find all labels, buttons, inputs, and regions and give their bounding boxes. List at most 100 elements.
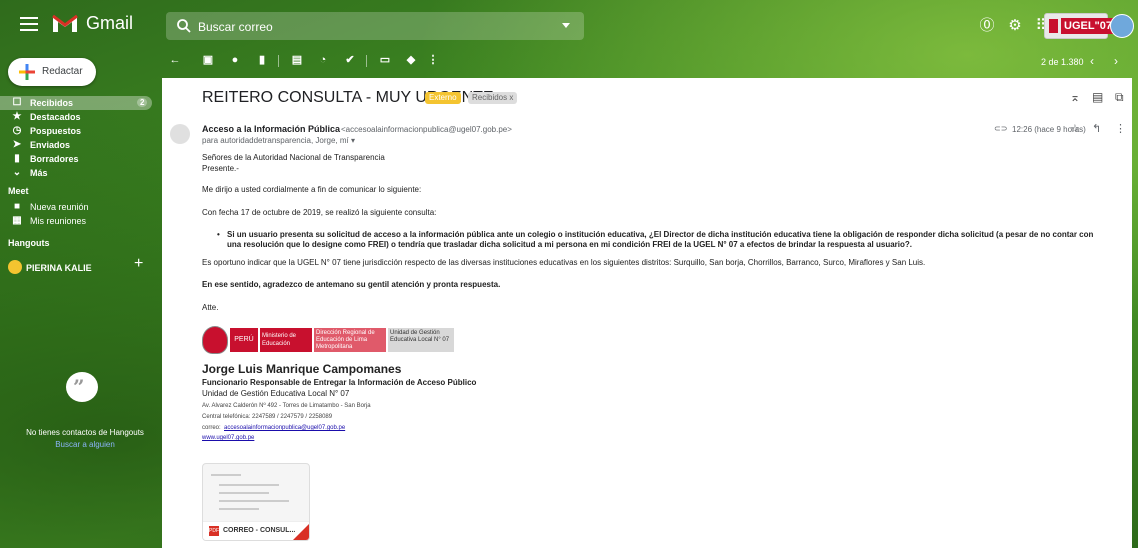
mark-unread-icon[interactable]: ▤ <box>290 53 304 67</box>
sidebar-item-label: Enviados <box>30 140 71 150</box>
report-spam-icon[interactable]: ● <box>228 53 242 67</box>
sidebar-item-starred[interactable]: ★ Destacados <box>0 110 152 124</box>
reply-icon[interactable]: ↰ <box>1092 122 1101 135</box>
chevron-down-icon: ⌄ <box>12 167 22 178</box>
attachment-card[interactable]: PDF CORREO - CONSUL... <box>202 463 310 541</box>
delete-icon[interactable]: ▮ <box>255 53 269 67</box>
plus-icon <box>19 64 35 80</box>
thumbnail-line <box>219 484 279 486</box>
hangouts-section-title: Hangouts <box>8 238 50 248</box>
sidebar-item-label: Pospuestos <box>30 126 82 136</box>
sidebar-item-new-meeting[interactable]: ■ Nueva reunión <box>0 200 152 214</box>
compose-button[interactable]: Redactar <box>8 58 96 86</box>
logo-ugel: Unidad de Gestión Educativa Local N° 07 <box>388 328 454 352</box>
body-greeting: Presente.- <box>202 164 239 173</box>
app-name: Gmail <box>86 13 134 33</box>
account-org-badge[interactable]: UGEL"07 <box>1044 13 1116 39</box>
sidebar-item-label: Recibidos <box>30 98 74 108</box>
more-vert-icon[interactable]: ⋮ <box>1115 122 1126 135</box>
search-bar[interactable] <box>166 12 584 42</box>
sidebar-item-label: Mis reuniones <box>30 216 87 226</box>
no-contacts-text: No tienes contactos de Hangouts <box>26 428 144 437</box>
pagination-text: 2 de 1.380 <box>1041 57 1084 67</box>
search-icon[interactable] <box>176 18 192 34</box>
toolbar-divider <box>366 55 367 67</box>
move-to-icon[interactable]: ▭ <box>378 53 392 67</box>
body-paragraph: Es oportuno indicar que la UGEL N° 07 ti… <box>202 258 926 267</box>
sidebar-item-snoozed[interactable]: ◷ Pospuestos <box>0 124 152 138</box>
gmail-logo-icon[interactable] <box>52 13 78 33</box>
sidebar-item-my-meetings[interactable]: ▦ Mis reuniones <box>0 214 152 228</box>
more-options-icon[interactable]: ⋮ <box>426 53 440 67</box>
thumbnail-line <box>211 474 241 476</box>
hangouts-quote-icon: ” <box>66 372 98 402</box>
back-arrow-icon[interactable]: ← <box>168 53 182 67</box>
sender-avatar <box>170 124 190 144</box>
recipients-line[interactable]: para autoridaddetransparencia, Jorge, mí… <box>202 136 355 145</box>
body-closing: Atte. <box>202 303 219 312</box>
star-icon[interactable]: ☆ <box>1070 122 1080 135</box>
hangouts-user-name: PIERINA KALIE <box>26 263 92 273</box>
help-icon[interactable]: ⓪ <box>978 17 996 35</box>
add-to-tasks-icon[interactable]: ✔ <box>343 53 357 67</box>
body-paragraph: Con fecha 17 de octubre de 2019, se real… <box>202 208 437 217</box>
signature-email-label: correo: <box>202 425 221 431</box>
find-someone-link[interactable]: Buscar a alguien <box>0 440 170 449</box>
signature-org: Unidad de Gestión Educativa Local N° 07 <box>202 389 350 398</box>
external-label-chip: Externo <box>425 92 461 104</box>
hangouts-user[interactable]: PIERINA KALIE <box>8 260 148 276</box>
pdf-icon: PDF <box>209 526 219 536</box>
logo-ministerio: Ministerio de Educación <box>260 328 312 352</box>
unread-count-badge: 2 <box>137 98 148 107</box>
peru-coat-of-arms-icon <box>202 326 228 354</box>
archive-icon[interactable]: ▣ <box>201 53 215 67</box>
logo-peru: PERÚ <box>230 328 258 352</box>
attachment-footer: PDF CORREO - CONSUL... <box>203 521 309 540</box>
org-badge-label: UGEL"07 <box>1061 18 1116 34</box>
sidebar-item-label: Más <box>30 168 48 178</box>
attachment-filename: CORREO - CONSUL... <box>223 527 296 534</box>
meet-section-title: Meet <box>8 186 29 196</box>
email-view: REITERO CONSULTA - MUY URGENTE Externo R… <box>162 78 1132 548</box>
sidebar-item-sent[interactable]: ➤ Enviados <box>0 138 152 152</box>
signature-phone: Central telefónica: 2247589 / 2247579 / … <box>202 414 333 420</box>
settings-gear-icon[interactable]: ⚙ <box>1006 17 1024 35</box>
print-icon[interactable]: ▤ <box>1092 90 1103 104</box>
sidebar-item-more[interactable]: ⌄ Más <box>0 166 152 180</box>
avatar <box>8 260 22 274</box>
sidebar-item-inbox[interactable]: ☐ Recibidos 2 <box>0 96 152 110</box>
bullet-text: Si un usuario presenta su solicitud de a… <box>227 230 1094 249</box>
draft-icon: ▮ <box>14 153 20 164</box>
sidebar-item-label: Borradores <box>30 154 79 164</box>
search-options-icon[interactable] <box>562 23 570 28</box>
search-input[interactable] <box>196 12 560 42</box>
thumbnail-line <box>219 492 269 494</box>
signature-email-link[interactable]: accesoalainformacionpublica@ugel07.gob.p… <box>224 425 345 431</box>
body-paragraph: En ese sentido, agradezco de antemano su… <box>202 280 501 289</box>
account-avatar[interactable] <box>1110 14 1134 38</box>
peru-flag-icon <box>1049 19 1058 33</box>
top-bar: Gmail ⓪ ⚙ ⠿ UGEL"07 <box>0 0 1138 52</box>
star-icon: ★ <box>12 111 22 122</box>
signature-address: Av. Alvarez Calderón Nº 492 - Torres de … <box>202 403 371 409</box>
inbox-icon: ☐ <box>12 97 22 108</box>
body-greeting: Señores de la Autoridad Nacional de Tran… <box>202 153 385 162</box>
logo-direccion: Dirección Regional de Educación de Lima … <box>314 328 386 352</box>
toolbar-divider <box>278 55 279 67</box>
sidebar-item-label: Destacados <box>30 112 81 122</box>
sidebar-item-label: Nueva reunión <box>30 202 89 212</box>
video-icon: ■ <box>13 201 21 212</box>
inbox-label-chip[interactable]: Recibidos x <box>468 92 518 104</box>
expand-all-icon[interactable]: ⌅ <box>1070 90 1080 104</box>
compose-label: Redactar <box>42 66 83 77</box>
signature-web-link[interactable]: www.ugel07.gob.pe <box>202 435 254 441</box>
older-chevron-icon[interactable]: › <box>1114 54 1118 68</box>
add-contact-icon[interactable]: + <box>134 255 143 273</box>
newer-chevron-icon[interactable]: ‹ <box>1090 54 1094 68</box>
label-icon[interactable]: ◆ <box>404 53 418 67</box>
thumbnail-line <box>219 508 259 510</box>
sidebar-item-drafts[interactable]: ▮ Borradores <box>0 152 152 166</box>
open-new-window-icon[interactable]: ⧉ <box>1115 90 1124 105</box>
menu-icon[interactable] <box>20 17 38 31</box>
snooze-icon[interactable]: ◔ <box>316 53 330 67</box>
